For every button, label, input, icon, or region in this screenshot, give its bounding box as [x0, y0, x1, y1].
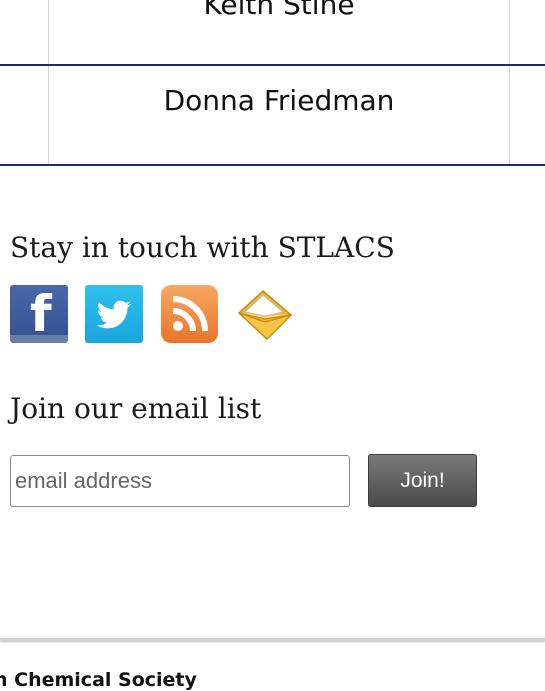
- column-divider: [509, 0, 510, 64]
- footer-org-name: n Chemical Society: [0, 669, 197, 691]
- officers-table: Keith Stine Donna Friedman: [0, 0, 545, 166]
- rss-icon[interactable]: [161, 285, 218, 343]
- join-button[interactable]: Join!: [368, 454, 477, 507]
- footer-divider: [0, 638, 545, 641]
- table-cell-name: Keith Stine: [203, 0, 355, 21]
- table-row: Keith Stine: [0, 0, 545, 66]
- social-heading: Stay in touch with STLACS: [10, 231, 395, 264]
- facebook-icon[interactable]: f: [10, 285, 68, 343]
- email-list-heading: Join our email list: [10, 392, 262, 425]
- page: Keith Stine Donna Friedman Stay in touch…: [0, 0, 545, 691]
- table-row: Donna Friedman: [0, 66, 545, 166]
- email-icon[interactable]: [235, 285, 295, 343]
- twitter-icon[interactable]: [85, 285, 143, 343]
- facebook-glyph: f: [30, 285, 52, 343]
- email-field[interactable]: [10, 455, 350, 507]
- table-cell-name: Donna Friedman: [163, 84, 395, 117]
- column-divider: [509, 66, 510, 164]
